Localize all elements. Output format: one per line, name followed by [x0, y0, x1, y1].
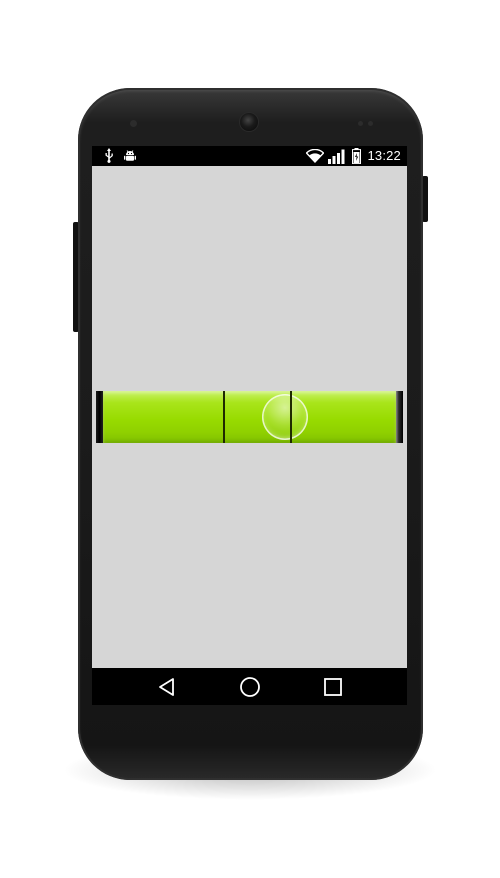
status-bar: 13:22 [92, 146, 407, 166]
level-end-cap-left [96, 391, 103, 443]
bubble-level-gauge [96, 391, 403, 443]
signal-icon [328, 149, 348, 169]
recents-icon [324, 678, 342, 696]
home-button[interactable] [238, 675, 262, 699]
notification-led [368, 121, 373, 126]
level-bubble [262, 394, 308, 440]
back-icon [159, 678, 174, 696]
usb-icon [104, 148, 114, 168]
android-debug-icon [123, 149, 137, 168]
device-frame-stage: 13:22 [0, 0, 500, 878]
level-end-cap-right [396, 391, 403, 443]
recents-button[interactable] [321, 675, 345, 699]
phone-screen: 13:22 [92, 146, 407, 705]
level-center-marker-left [223, 391, 225, 443]
light-sensor [358, 121, 363, 126]
wifi-icon [305, 148, 325, 168]
back-button[interactable] [155, 675, 179, 699]
front-camera [240, 113, 258, 131]
battery-icon [352, 148, 361, 169]
proximity-sensor [130, 120, 137, 127]
level-vial [103, 391, 396, 443]
home-icon [240, 677, 260, 697]
status-clock: 13:22 [367, 148, 401, 163]
level-center-marker-right [290, 391, 292, 443]
navigation-bar [92, 668, 407, 705]
